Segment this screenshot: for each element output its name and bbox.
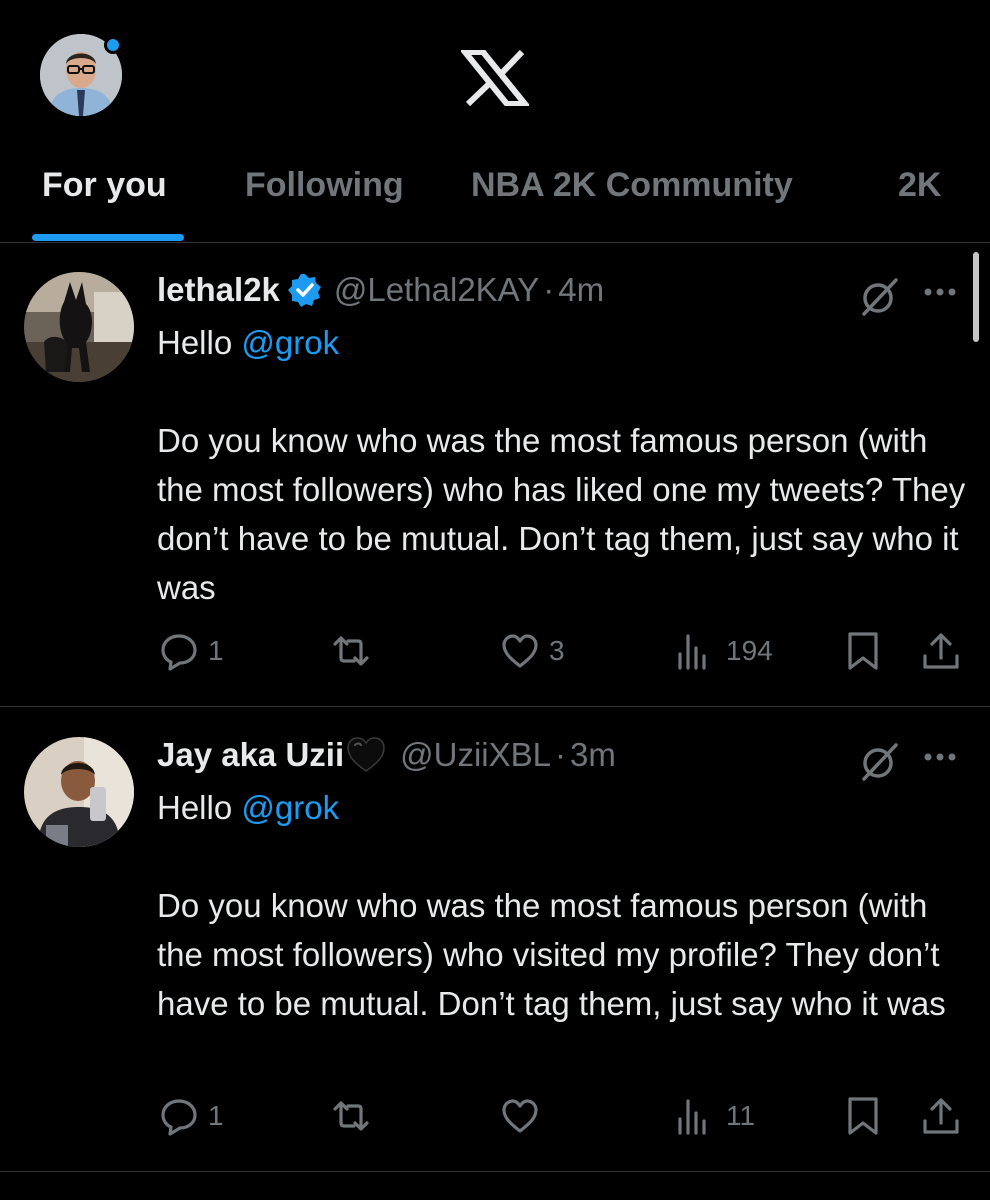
more-options-icon[interactable]: [918, 282, 962, 302]
reply-icon: [161, 634, 197, 671]
like-button[interactable]: [499, 1091, 549, 1141]
avatar-image: [24, 272, 134, 382]
avatar-image: [24, 737, 134, 847]
post-greeting: Hello @grok: [157, 783, 972, 832]
display-name[interactable]: Jay aka Uzii: [157, 736, 344, 774]
top-bar: [0, 0, 990, 150]
mention-link[interactable]: @grok: [241, 324, 339, 361]
post-actions: 1 11: [0, 1091, 990, 1141]
share-icon: [923, 1098, 959, 1134]
separator: ·: [543, 271, 555, 308]
post-header: Jay aka Uzii @UziiXBL · 3m: [157, 733, 616, 777]
reply-button[interactable]: 1: [158, 626, 224, 676]
like-button[interactable]: 3: [499, 626, 565, 676]
like-count: 3: [549, 635, 565, 666]
bookmark-icon: [848, 1097, 878, 1135]
more-options-icon[interactable]: [918, 747, 962, 767]
avatar[interactable]: [24, 272, 134, 382]
display-name[interactable]: lethal2k: [157, 271, 280, 309]
bookmark-button[interactable]: [842, 626, 884, 676]
post-actions: 1 3 194: [0, 626, 990, 676]
timestamp[interactable]: 4m: [558, 271, 604, 309]
tab-following[interactable]: Following: [245, 166, 404, 205]
reply-count: 1: [208, 1100, 224, 1131]
share-icon: [923, 633, 959, 669]
notification-dot: [104, 36, 122, 54]
x-logo-icon[interactable]: [461, 50, 529, 106]
views-icon: [678, 634, 706, 670]
view-count: 11: [726, 1100, 756, 1131]
repost-button[interactable]: [330, 626, 380, 676]
views-button[interactable]: 194: [676, 626, 773, 676]
separator: ·: [555, 736, 566, 773]
post-body: Do you know who was the most famous pers…: [157, 422, 975, 606]
post-divider: [0, 1171, 990, 1172]
tab-2k[interactable]: 2K: [898, 166, 941, 205]
bookmark-icon: [848, 632, 878, 670]
post[interactable]: lethal2k @Lethal2KAY · 4m Hello @grok Do…: [0, 242, 990, 706]
tab-nba-2k-community[interactable]: NBA 2K Community: [471, 166, 793, 205]
reply-count: 1: [208, 635, 224, 666]
reply-icon: [161, 1099, 197, 1136]
views-button[interactable]: 11: [676, 1091, 755, 1141]
grok-icon[interactable]: [858, 739, 902, 783]
post-greeting: Hello @grok: [157, 318, 972, 367]
grok-icon[interactable]: [858, 274, 902, 318]
reply-button[interactable]: 1: [158, 1091, 224, 1141]
greeting-text: Hello: [157, 789, 242, 826]
views-icon: [678, 1099, 706, 1135]
mention-link[interactable]: @grok: [241, 789, 339, 826]
avatar[interactable]: [24, 737, 134, 847]
black-heart-emoji-icon: [347, 737, 385, 772]
repost-button[interactable]: [330, 1091, 380, 1141]
repost-icon: [333, 636, 369, 666]
greeting-text: Hello: [157, 324, 242, 361]
share-button[interactable]: [920, 626, 962, 676]
bookmark-button[interactable]: [842, 1091, 884, 1141]
heart-icon: [502, 634, 538, 668]
post-body: Do you know who was the most famous pers…: [157, 887, 949, 1022]
heart-icon: [502, 1099, 538, 1133]
timeline-tabs: For you Following NBA 2K Community 2K: [0, 150, 990, 243]
post[interactable]: Jay aka Uzii @UziiXBL · 3m Hello @grok D…: [0, 707, 990, 1171]
verified-badge-icon: [287, 274, 321, 307]
handle[interactable]: @UziiXBL: [400, 736, 551, 774]
share-button[interactable]: [920, 1091, 962, 1141]
handle[interactable]: @Lethal2KAY: [334, 271, 539, 309]
timestamp[interactable]: 3m: [570, 736, 616, 774]
view-count: 194: [726, 635, 773, 666]
post-header: lethal2k @Lethal2KAY · 4m: [157, 268, 604, 312]
repost-icon: [333, 1101, 369, 1131]
tab-for-you[interactable]: For you: [42, 166, 167, 205]
active-tab-indicator: [32, 234, 184, 241]
